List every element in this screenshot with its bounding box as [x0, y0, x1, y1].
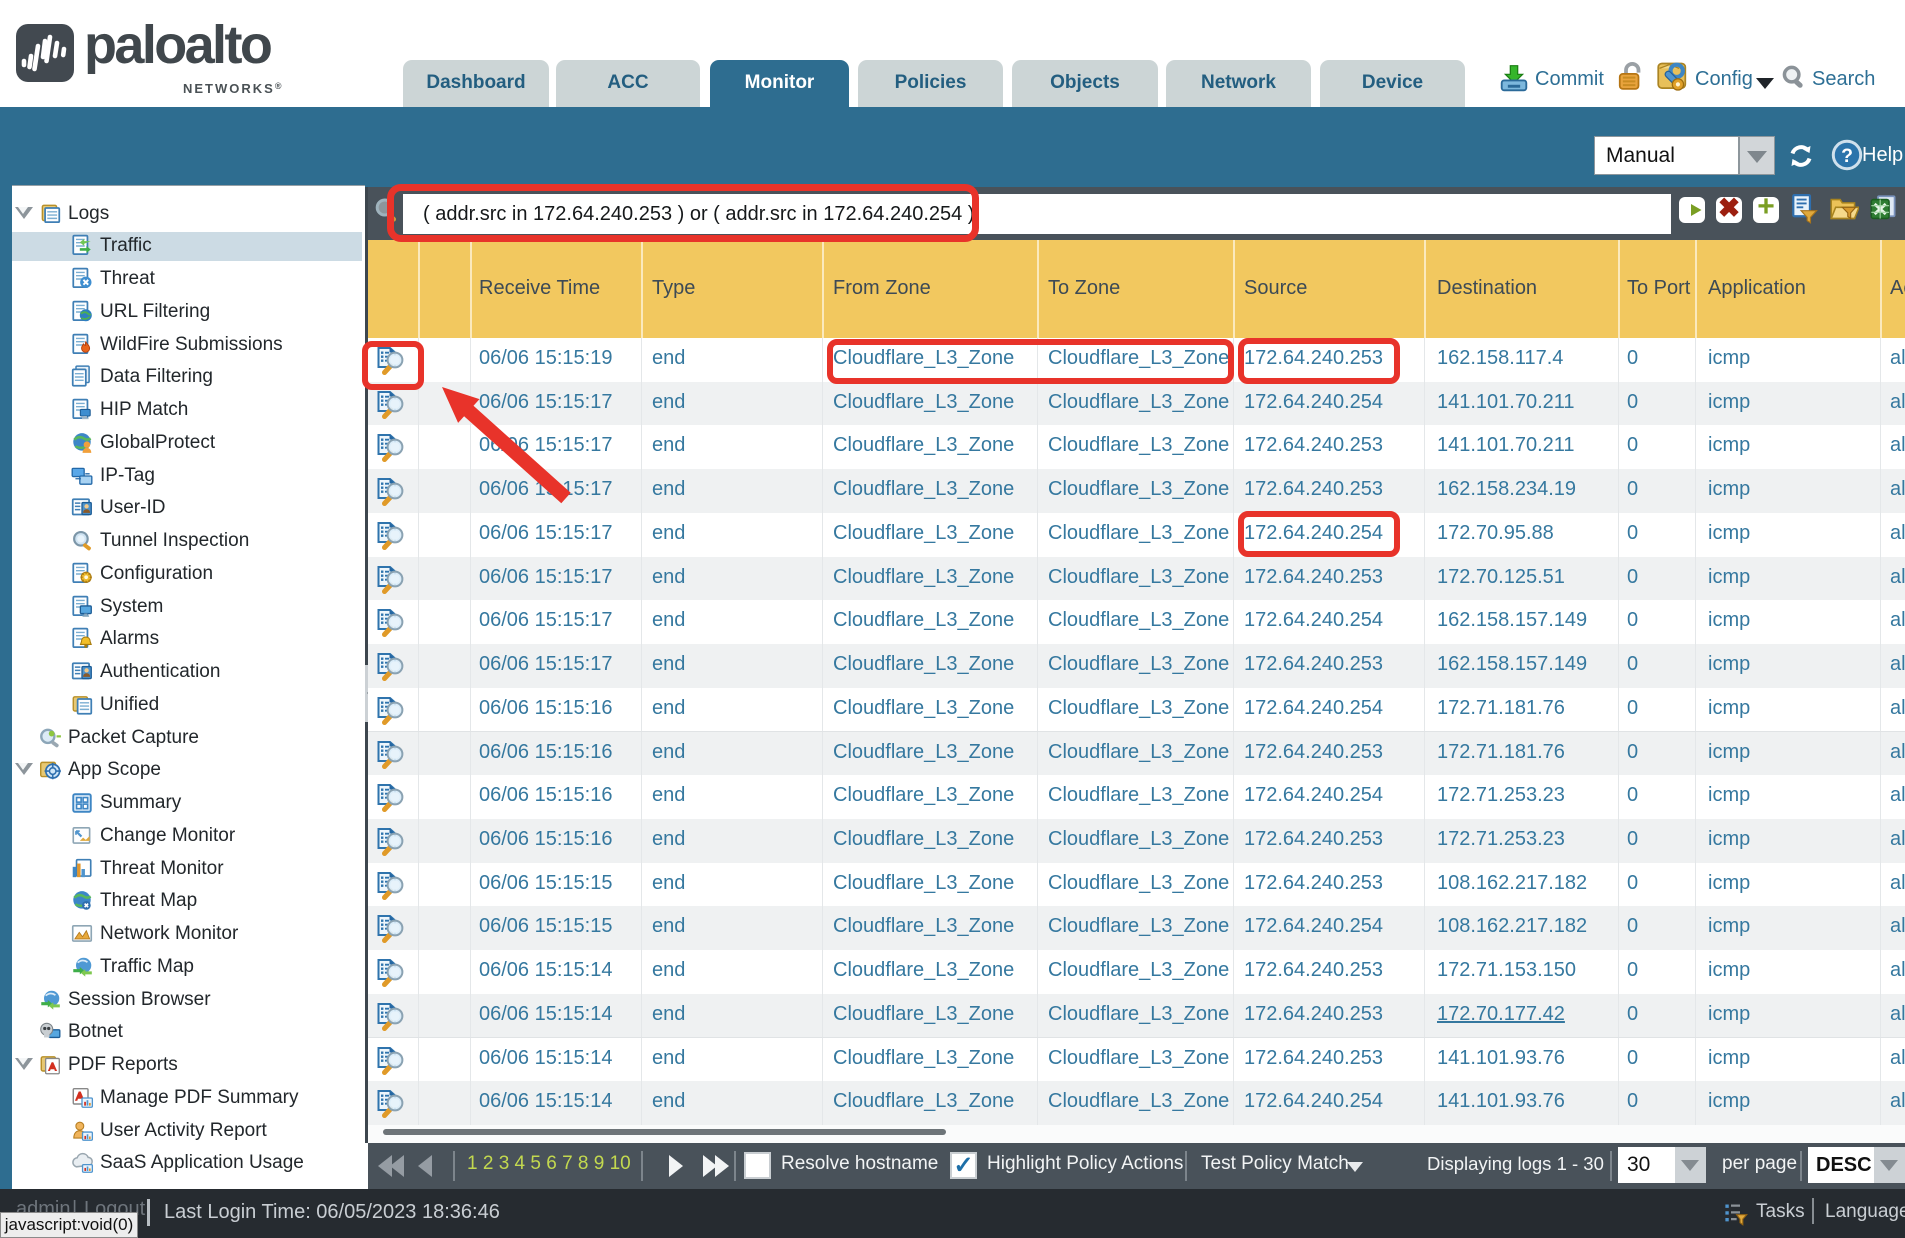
svg-text:?: ? — [1841, 145, 1853, 167]
